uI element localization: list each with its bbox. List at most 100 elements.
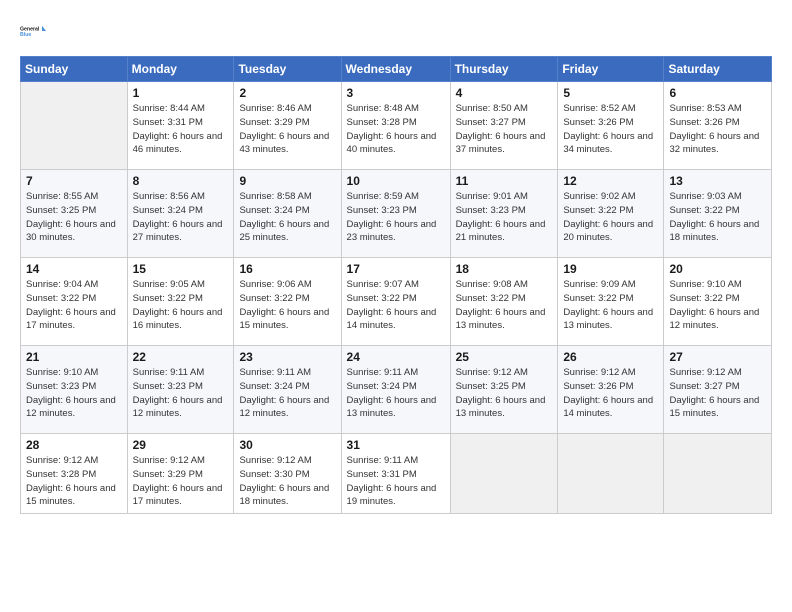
day-info: Sunrise: 9:02 AM Sunset: 3:22 PM Dayligh… <box>563 190 658 245</box>
day-info: Sunrise: 9:06 AM Sunset: 3:22 PM Dayligh… <box>239 278 335 333</box>
day-info: Sunrise: 9:09 AM Sunset: 3:22 PM Dayligh… <box>563 278 658 333</box>
day-number: 5 <box>563 86 658 100</box>
calendar-cell: 13 Sunrise: 9:03 AM Sunset: 3:22 PM Dayli… <box>664 170 772 258</box>
calendar-cell: 2 Sunrise: 8:46 AM Sunset: 3:29 PM Daylig… <box>234 82 341 170</box>
day-info: Sunrise: 8:53 AM Sunset: 3:26 PM Dayligh… <box>669 102 766 157</box>
day-number: 29 <box>133 438 229 452</box>
svg-text:General: General <box>20 27 40 33</box>
day-number: 18 <box>456 262 553 276</box>
day-number: 17 <box>347 262 445 276</box>
calendar-cell <box>450 434 558 514</box>
day-number: 15 <box>133 262 229 276</box>
column-header-friday: Friday <box>558 57 664 82</box>
day-info: Sunrise: 8:55 AM Sunset: 3:25 PM Dayligh… <box>26 190 122 245</box>
day-info: Sunrise: 8:44 AM Sunset: 3:31 PM Dayligh… <box>133 102 229 157</box>
day-info: Sunrise: 9:03 AM Sunset: 3:22 PM Dayligh… <box>669 190 766 245</box>
calendar-cell: 11Sunrise: 9:01 AM Sunset: 3:23 PM Dayli… <box>450 170 558 258</box>
calendar-cell: 20 Sunrise: 9:10 AM Sunset: 3:22 PM Dayli… <box>664 258 772 346</box>
day-info: Sunrise: 9:12 AM Sunset: 3:26 PM Dayligh… <box>563 366 658 421</box>
week-row-4: 21 Sunrise: 9:10 AM Sunset: 3:23 PM Dayli… <box>21 346 772 434</box>
calendar-cell: 18 Sunrise: 9:08 AM Sunset: 3:22 PM Dayli… <box>450 258 558 346</box>
calendar-table: SundayMondayTuesdayWednesdayThursdayFrid… <box>20 56 772 514</box>
calendar-cell: 28 Sunrise: 9:12 AM Sunset: 3:28 PM Dayli… <box>21 434 128 514</box>
day-info: Sunrise: 8:50 AM Sunset: 3:27 PM Dayligh… <box>456 102 553 157</box>
week-row-2: 7 Sunrise: 8:55 AM Sunset: 3:25 PM Daylig… <box>21 170 772 258</box>
calendar-cell <box>664 434 772 514</box>
calendar-cell: 10Sunrise: 8:59 AM Sunset: 3:23 PM Dayli… <box>341 170 450 258</box>
calendar-cell: 15 Sunrise: 9:05 AM Sunset: 3:22 PM Dayli… <box>127 258 234 346</box>
day-info: Sunrise: 9:08 AM Sunset: 3:22 PM Dayligh… <box>456 278 553 333</box>
day-number: 4 <box>456 86 553 100</box>
day-number: 24 <box>347 350 445 364</box>
calendar-cell: 31 Sunrise: 9:11 AM Sunset: 3:31 PM Dayli… <box>341 434 450 514</box>
day-info: Sunrise: 9:12 AM Sunset: 3:29 PM Dayligh… <box>133 454 229 509</box>
day-info: Sunrise: 9:11 AM Sunset: 3:24 PM Dayligh… <box>239 366 335 421</box>
column-header-tuesday: Tuesday <box>234 57 341 82</box>
day-number: 23 <box>239 350 335 364</box>
header-row: SundayMondayTuesdayWednesdayThursdayFrid… <box>21 57 772 82</box>
calendar-cell <box>558 434 664 514</box>
day-info: Sunrise: 9:04 AM Sunset: 3:22 PM Dayligh… <box>26 278 122 333</box>
page: GeneralBlue SundayMondayTuesdayWednesday… <box>0 0 792 612</box>
day-number: 7 <box>26 174 122 188</box>
day-number: 12 <box>563 174 658 188</box>
calendar-cell: 16 Sunrise: 9:06 AM Sunset: 3:22 PM Dayli… <box>234 258 341 346</box>
day-number: 16 <box>239 262 335 276</box>
calendar-cell: 30Sunrise: 9:12 AM Sunset: 3:30 PM Dayli… <box>234 434 341 514</box>
day-number: 21 <box>26 350 122 364</box>
week-row-5: 28 Sunrise: 9:12 AM Sunset: 3:28 PM Dayli… <box>21 434 772 514</box>
day-info: Sunrise: 9:10 AM Sunset: 3:22 PM Dayligh… <box>669 278 766 333</box>
day-info: Sunrise: 8:58 AM Sunset: 3:24 PM Dayligh… <box>239 190 335 245</box>
day-number: 3 <box>347 86 445 100</box>
day-info: Sunrise: 9:11 AM Sunset: 3:31 PM Dayligh… <box>347 454 445 509</box>
calendar-cell: 14Sunrise: 9:04 AM Sunset: 3:22 PM Dayli… <box>21 258 128 346</box>
day-number: 2 <box>239 86 335 100</box>
week-row-3: 14Sunrise: 9:04 AM Sunset: 3:22 PM Dayli… <box>21 258 772 346</box>
day-number: 1 <box>133 86 229 100</box>
day-number: 26 <box>563 350 658 364</box>
calendar-cell: 27 Sunrise: 9:12 AM Sunset: 3:27 PM Dayli… <box>664 346 772 434</box>
calendar-cell: 21 Sunrise: 9:10 AM Sunset: 3:23 PM Dayli… <box>21 346 128 434</box>
day-info: Sunrise: 8:56 AM Sunset: 3:24 PM Dayligh… <box>133 190 229 245</box>
week-row-1: 1 Sunrise: 8:44 AM Sunset: 3:31 PM Daylig… <box>21 82 772 170</box>
calendar-cell: 19 Sunrise: 9:09 AM Sunset: 3:22 PM Dayli… <box>558 258 664 346</box>
day-info: Sunrise: 9:12 AM Sunset: 3:25 PM Dayligh… <box>456 366 553 421</box>
day-info: Sunrise: 8:46 AM Sunset: 3:29 PM Dayligh… <box>239 102 335 157</box>
day-number: 30 <box>239 438 335 452</box>
day-number: 10 <box>347 174 445 188</box>
day-number: 9 <box>239 174 335 188</box>
day-number: 28 <box>26 438 122 452</box>
day-info: Sunrise: 9:12 AM Sunset: 3:28 PM Dayligh… <box>26 454 122 509</box>
calendar-cell: 29 Sunrise: 9:12 AM Sunset: 3:29 PM Dayli… <box>127 434 234 514</box>
calendar-cell: 5 Sunrise: 8:52 AM Sunset: 3:26 PM Daylig… <box>558 82 664 170</box>
day-number: 31 <box>347 438 445 452</box>
column-header-wednesday: Wednesday <box>341 57 450 82</box>
day-info: Sunrise: 9:12 AM Sunset: 3:27 PM Dayligh… <box>669 366 766 421</box>
calendar-cell: 25Sunrise: 9:12 AM Sunset: 3:25 PM Dayli… <box>450 346 558 434</box>
svg-text:Blue: Blue <box>20 32 31 38</box>
logo: GeneralBlue <box>20 18 48 46</box>
column-header-monday: Monday <box>127 57 234 82</box>
day-info: Sunrise: 9:10 AM Sunset: 3:23 PM Dayligh… <box>26 366 122 421</box>
day-info: Sunrise: 8:48 AM Sunset: 3:28 PM Dayligh… <box>347 102 445 157</box>
day-number: 20 <box>669 262 766 276</box>
day-info: Sunrise: 8:52 AM Sunset: 3:26 PM Dayligh… <box>563 102 658 157</box>
day-number: 19 <box>563 262 658 276</box>
header: GeneralBlue <box>20 18 772 46</box>
calendar-cell: 8Sunrise: 8:56 AM Sunset: 3:24 PM Daylig… <box>127 170 234 258</box>
calendar-cell: 4 Sunrise: 8:50 AM Sunset: 3:27 PM Daylig… <box>450 82 558 170</box>
day-number: 27 <box>669 350 766 364</box>
day-info: Sunrise: 9:05 AM Sunset: 3:22 PM Dayligh… <box>133 278 229 333</box>
calendar-cell: 9 Sunrise: 8:58 AM Sunset: 3:24 PM Daylig… <box>234 170 341 258</box>
day-number: 6 <box>669 86 766 100</box>
calendar-cell: 7 Sunrise: 8:55 AM Sunset: 3:25 PM Daylig… <box>21 170 128 258</box>
calendar-cell: 23 Sunrise: 9:11 AM Sunset: 3:24 PM Dayli… <box>234 346 341 434</box>
day-info: Sunrise: 9:11 AM Sunset: 3:24 PM Dayligh… <box>347 366 445 421</box>
day-info: Sunrise: 9:11 AM Sunset: 3:23 PM Dayligh… <box>133 366 229 421</box>
column-header-sunday: Sunday <box>21 57 128 82</box>
calendar-cell: 1 Sunrise: 8:44 AM Sunset: 3:31 PM Daylig… <box>127 82 234 170</box>
day-number: 13 <box>669 174 766 188</box>
calendar-cell: 12 Sunrise: 9:02 AM Sunset: 3:22 PM Dayli… <box>558 170 664 258</box>
calendar-cell <box>21 82 128 170</box>
calendar-cell: 22Sunrise: 9:11 AM Sunset: 3:23 PM Dayli… <box>127 346 234 434</box>
